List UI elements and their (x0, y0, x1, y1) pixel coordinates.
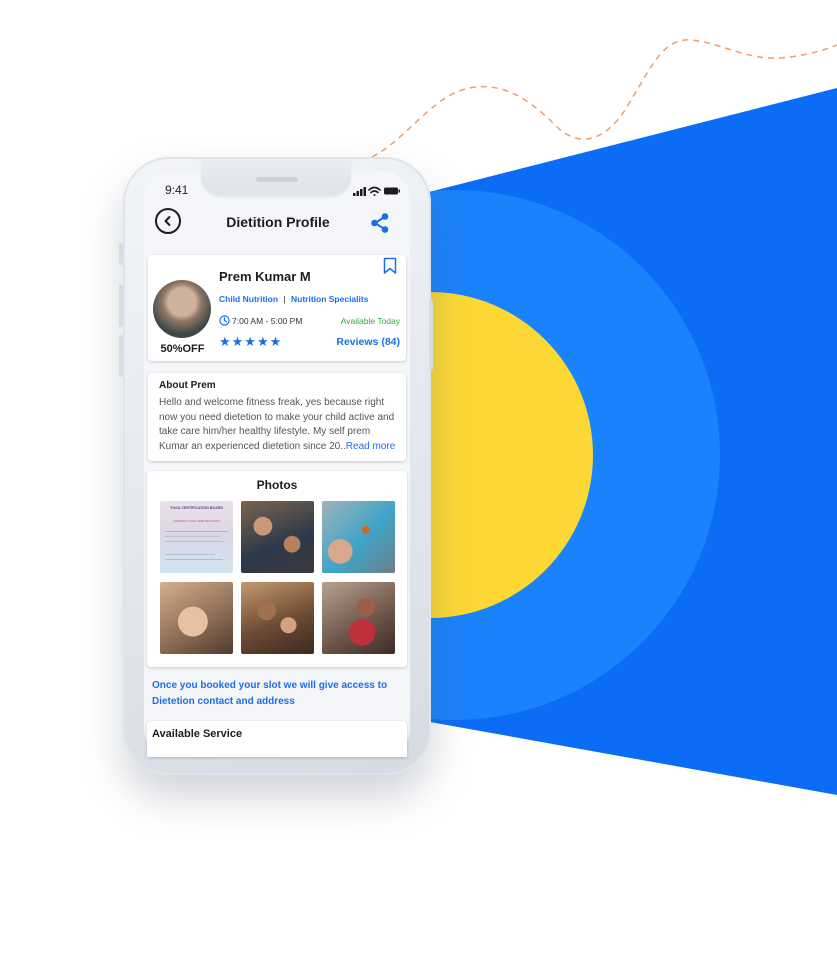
wifi-icon (368, 186, 381, 196)
specialty-item: Nutrition Specialits (290, 294, 369, 304)
photos-title: Photos (256, 478, 298, 492)
back-button[interactable] (155, 208, 181, 234)
photo-family-meal[interactable] (241, 501, 314, 573)
phone-speaker (256, 177, 298, 182)
photo-toddler-eating[interactable] (160, 582, 233, 654)
photo-parent-child-cooking[interactable] (241, 582, 314, 654)
rating-stars: ★★★★★ (219, 334, 283, 349)
phone-power-button (429, 300, 433, 370)
certificate-subheading: LEADING YOGA CERTIFICATION (173, 519, 220, 523)
photo-certificate[interactable]: YOGA CERTIFICATION BOARD LEADING YOGA CE… (160, 501, 233, 573)
status-icons (353, 186, 400, 196)
available-service-title: Available Service (152, 728, 243, 740)
working-hours: 7:00 AM - 5:00 PM (232, 316, 303, 326)
reviews-link[interactable]: Reviews (84) (330, 336, 400, 348)
share-icon[interactable] (369, 212, 391, 234)
discount-label: 50%OFF (160, 343, 205, 355)
specialty-separator: | (283, 294, 286, 304)
availability-status: Available Today (340, 316, 400, 326)
read-more-link[interactable]: Read more (346, 441, 395, 452)
battery-icon (384, 187, 400, 195)
certificate-heading: YOGA CERTIFICATION BOARD (169, 506, 224, 510)
back-icon (164, 216, 171, 226)
photo-child-feeding[interactable] (322, 501, 395, 573)
status-time: 9:41 (165, 183, 189, 197)
page-title: Dietition Profile (226, 214, 330, 230)
about-title: About Prem (159, 380, 216, 391)
avatar (153, 280, 211, 338)
bookmark-icon[interactable] (383, 257, 397, 275)
phone-volume-down (119, 335, 123, 377)
phone-mute-switch (119, 243, 123, 265)
signal-icon (353, 187, 366, 196)
dietitian-name: Prem Kumar M (219, 269, 311, 284)
specialty-item: Child Nutrition (219, 294, 279, 304)
phone-volume-up (119, 285, 123, 327)
clock-icon (219, 315, 230, 326)
access-note: Once you booked your slot we will give a… (152, 680, 388, 707)
about-text: Hello and welcome fitness freak, yes bec… (159, 396, 399, 454)
photo-mother-baby[interactable] (322, 582, 395, 654)
specialty-list: Child Nutrition | Nutrition Specialits (219, 294, 368, 304)
